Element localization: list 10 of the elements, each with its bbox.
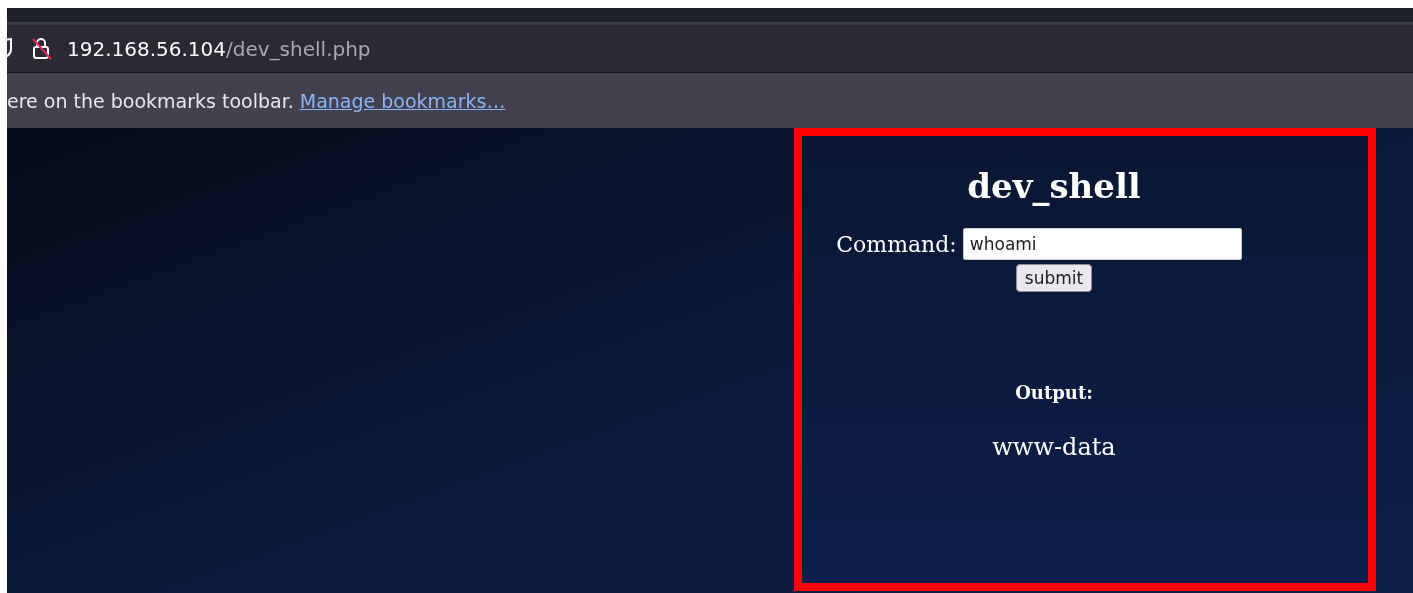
- bookmarks-message: ere on the bookmarks toolbar.: [7, 89, 294, 112]
- command-field[interactable]: whoami: [962, 228, 1242, 260]
- command-label: Command:: [836, 231, 957, 257]
- page-title: dev_shell: [967, 166, 1141, 206]
- lock-crossed-icon[interactable]: [31, 36, 53, 61]
- url-field[interactable]: 192.168.56.104/dev_shell.php: [67, 36, 371, 61]
- manage-bookmarks-link[interactable]: Manage bookmarks…: [299, 89, 506, 112]
- submit-button[interactable]: submit: [1015, 264, 1093, 292]
- output-label: Output:: [1015, 382, 1093, 403]
- output-text: www-data: [992, 433, 1116, 461]
